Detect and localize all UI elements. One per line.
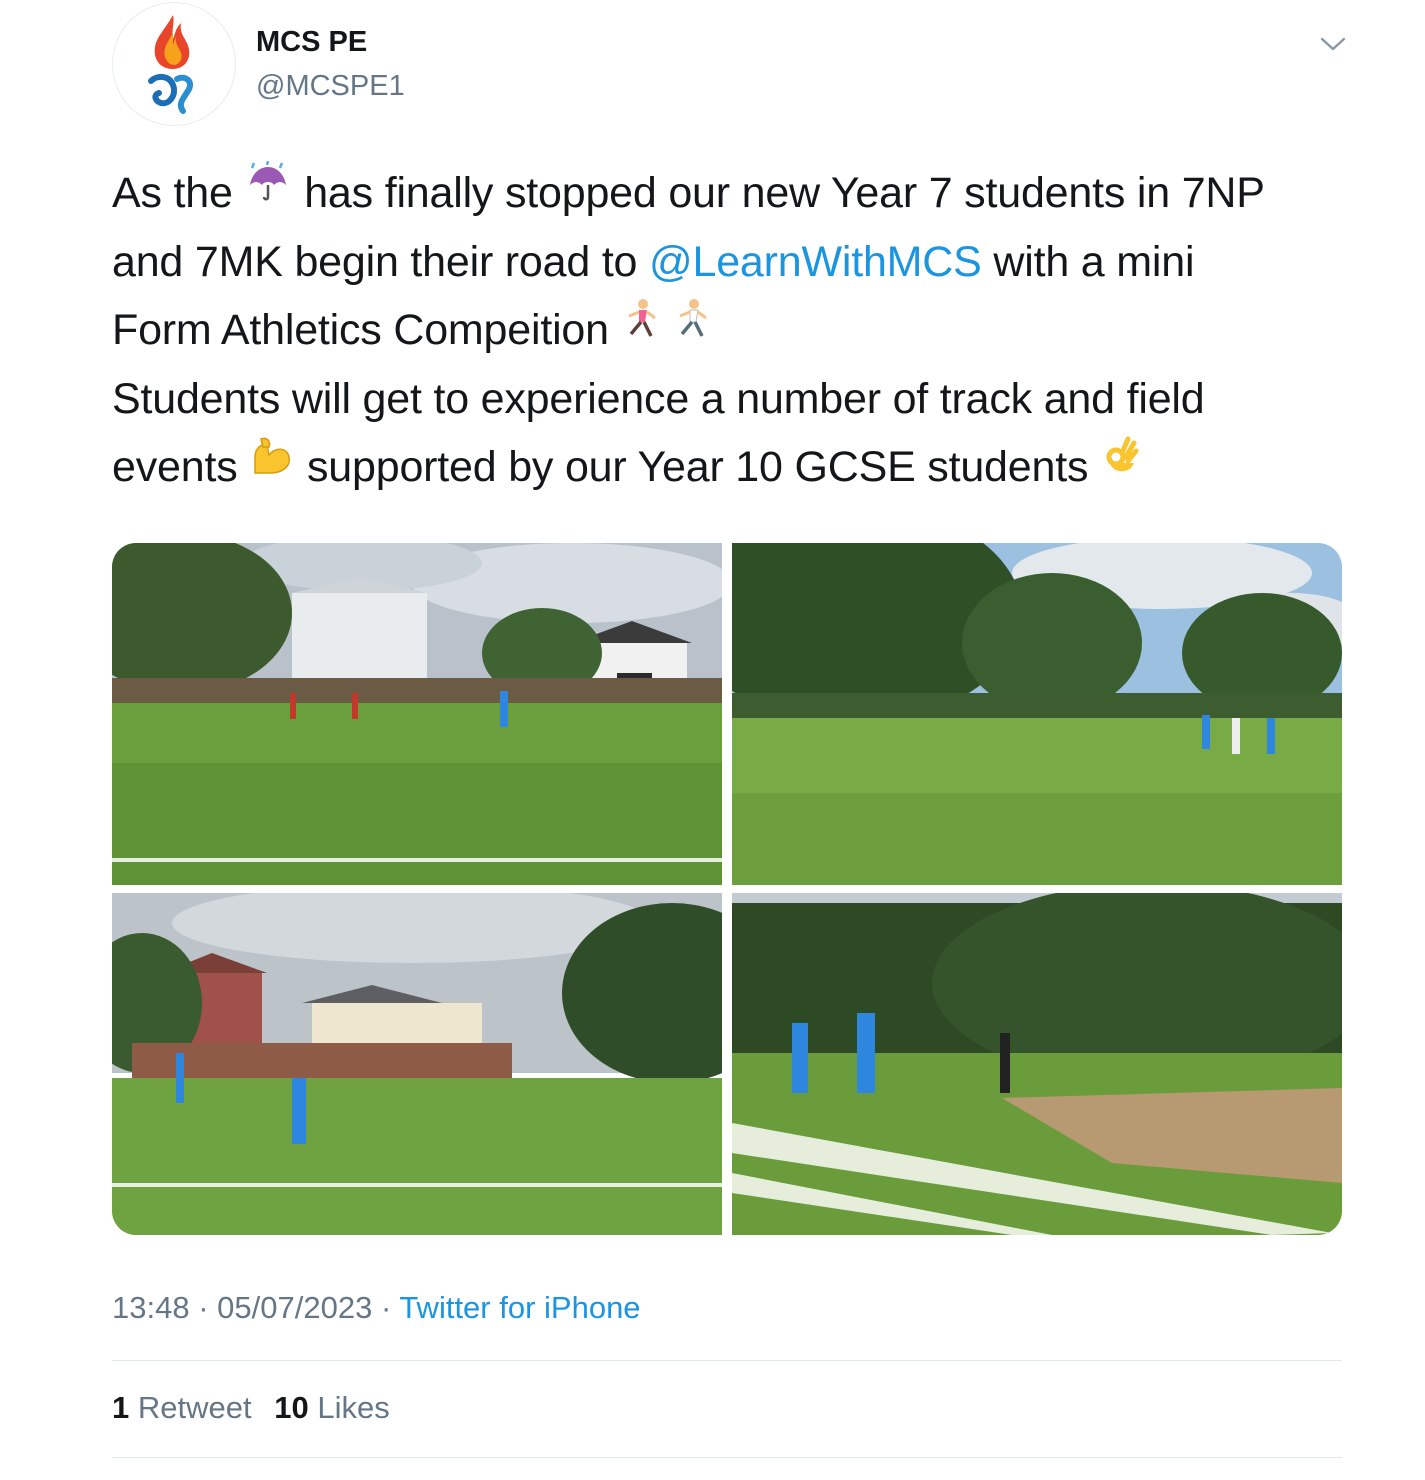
athletics-photo-3[interactable] [112, 893, 722, 1235]
tweet-text-segment: Form Athletics Compeition [112, 305, 609, 354]
tweet-meta: 13:48 · 05/07/2023 · Twitter for iPhone [112, 1290, 641, 1326]
athletics-photo-4[interactable] [732, 893, 1342, 1235]
tweet-line-5: events supported by our Year 10 GCSE stu… [112, 434, 1352, 503]
tweet-stats: 1 Retweet 10 Likes [112, 1390, 404, 1426]
retweets-stat[interactable]: 1 Retweet [112, 1390, 260, 1425]
meta-separator: · [380, 1290, 392, 1325]
tweet-date[interactable]: 05/07/2023 [217, 1290, 372, 1325]
likes-stat[interactable]: 10 Likes [274, 1390, 389, 1425]
likes-label: Likes [317, 1390, 390, 1425]
mcs-flame-logo-icon [148, 15, 193, 114]
tweet-text-segment: has finally stopped our new Year 7 stude… [304, 169, 1265, 217]
tweet-text-segment: As the [112, 169, 233, 217]
tweet-source-link[interactable]: Twitter for iPhone [399, 1290, 640, 1325]
display-name[interactable]: MCS PE [256, 26, 367, 59]
user-handle[interactable]: @MCSPE1 [256, 70, 405, 103]
tweet-text-segment: Students will get to experience a number… [112, 375, 1205, 424]
mention-link[interactable]: @LearnWithMCS [649, 238, 982, 286]
retweets-label: Retweet [137, 1390, 252, 1425]
tweet-text-segment: and 7MK begin their road to [112, 238, 638, 287]
umbrella-with-rain-icon [244, 156, 292, 224]
tweet-time[interactable]: 13:48 [112, 1290, 190, 1325]
retweets-count: 1 [112, 1390, 130, 1425]
athletics-photo-2[interactable] [732, 543, 1342, 885]
woman-running-icon [621, 293, 661, 361]
tweet-line-2: and 7MK begin their road to @LearnWithMC… [112, 229, 1352, 297]
media-grid [112, 543, 1342, 1235]
tweet-text: As the has finally stopped our new Year … [112, 160, 1352, 503]
athletics-photo-1[interactable] [112, 543, 722, 885]
tweet-line-3: Form Athletics Compeition [112, 297, 1352, 366]
ok-hand-icon [1100, 430, 1142, 498]
tweet-line-1: As the has finally stopped our new Year … [112, 160, 1352, 229]
flexed-biceps-icon [249, 430, 295, 498]
chevron-down-icon[interactable] [1318, 30, 1348, 58]
likes-count: 10 [274, 1390, 309, 1425]
avatar[interactable] [112, 2, 236, 126]
tweet-text-segment: events [112, 442, 238, 491]
man-running-icon [672, 293, 712, 361]
tweet-text-segment: with a mini [993, 238, 1195, 287]
meta-separator: · [198, 1290, 209, 1325]
tweet-text-segment: supported by our Year 10 GCSE students [307, 442, 1089, 491]
divider [112, 1360, 1342, 1361]
tweet-line-4: Students will get to experience a number… [112, 366, 1352, 434]
divider [112, 1457, 1342, 1458]
